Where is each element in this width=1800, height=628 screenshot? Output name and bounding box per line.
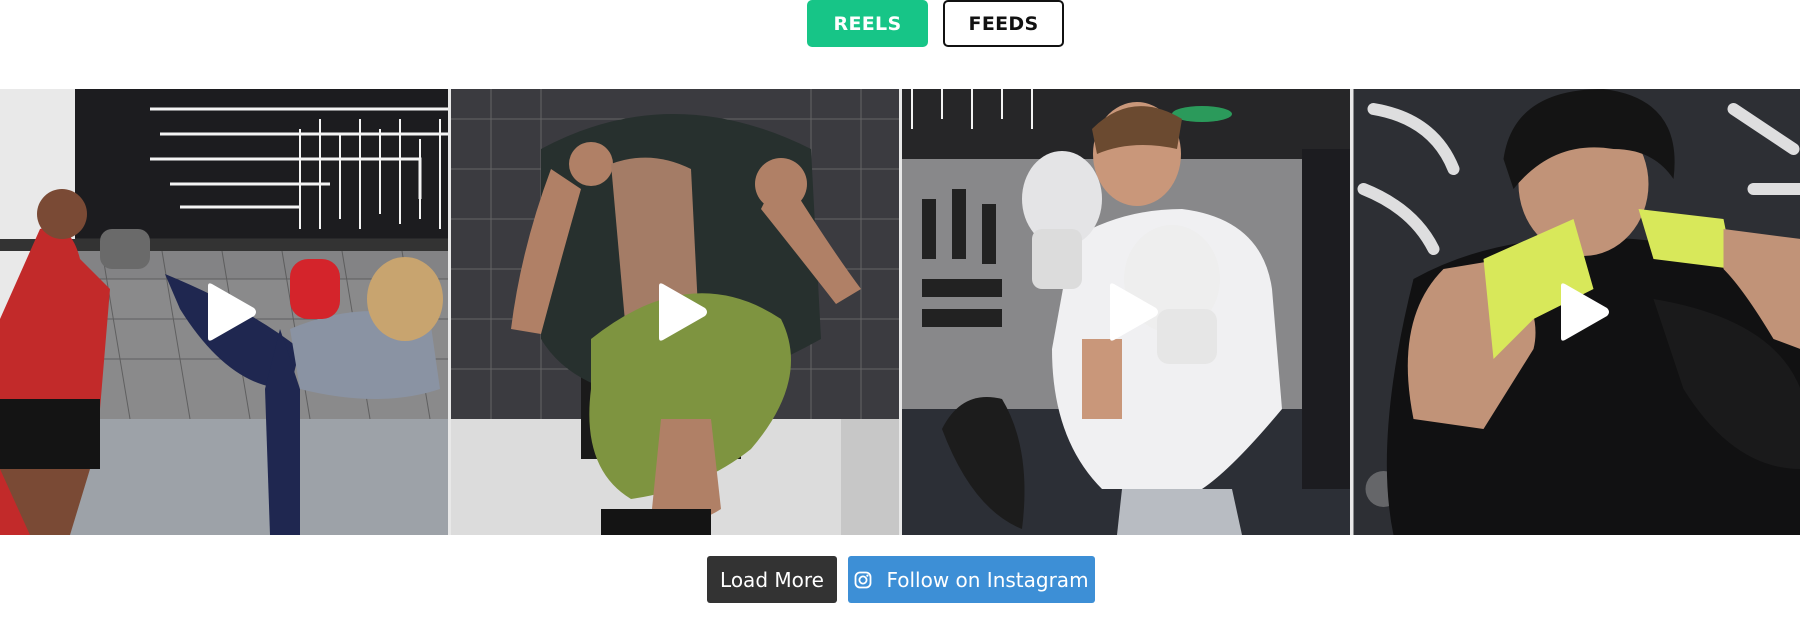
play-icon [208,283,256,341]
instagram-icon [855,571,872,588]
play-icon [1560,283,1609,341]
play-icon [1110,283,1158,341]
follow-label: Follow on Instagram [886,567,1089,592]
tab-feeds[interactable]: FEEDS [943,0,1064,47]
reel-tile-4[interactable] [1353,89,1800,535]
play-icon [659,283,707,341]
tab-reels[interactable]: REELS [807,0,928,47]
media-type-tabs: REELS FEEDS [0,0,1800,47]
load-more-button[interactable]: Load More [707,556,837,603]
reel-tile-3[interactable] [902,89,1350,535]
load-more-label: Load More [720,567,824,592]
feed-actions: Load More Follow on Instagram [0,556,1800,603]
reel-tile-2[interactable] [451,89,899,535]
reel-tile-1[interactable] [0,89,448,535]
instagram-reels-grid [0,89,1800,535]
follow-on-instagram-button[interactable]: Follow on Instagram [848,556,1095,603]
